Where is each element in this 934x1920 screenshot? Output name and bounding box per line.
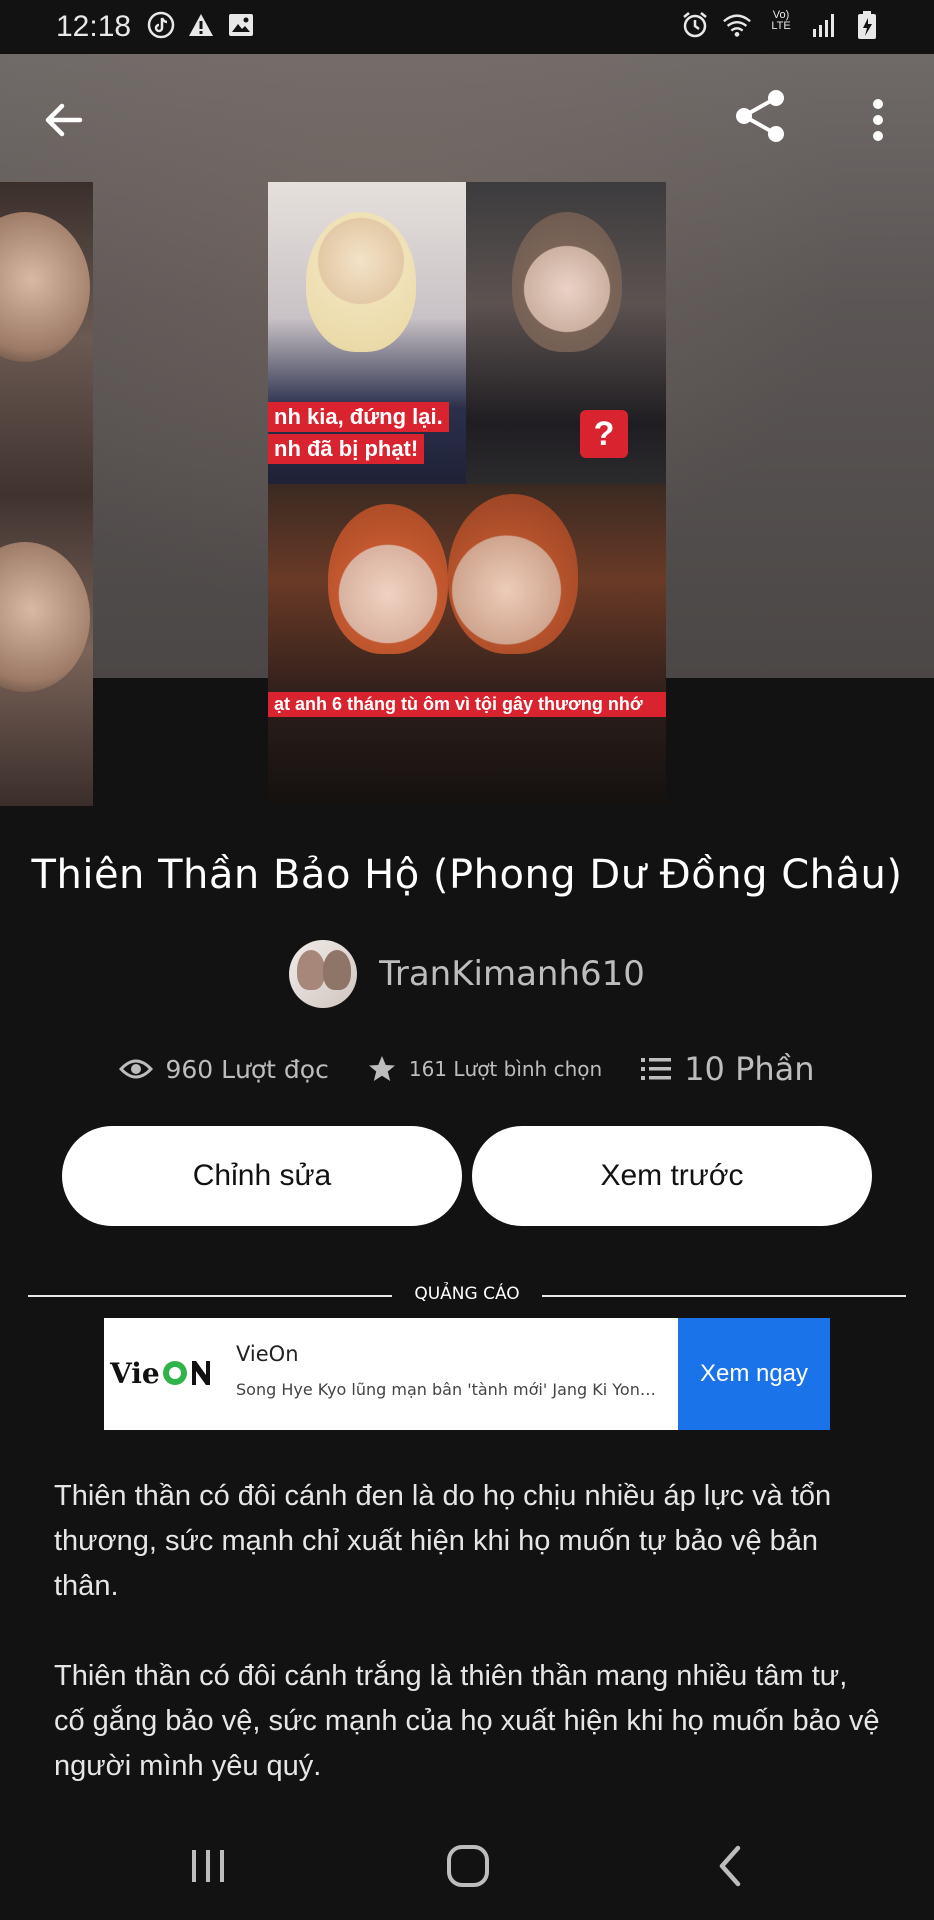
recent-apps-icon [192,1850,224,1882]
author-row[interactable]: TranKimanh610 [0,940,934,1008]
signal-icon [810,10,840,40]
share-icon [736,90,784,142]
question-badge: ? [580,410,628,458]
star-icon [368,1056,395,1081]
warning-icon [186,10,216,40]
chevron-left-icon [719,1845,741,1887]
eye-icon [119,1059,154,1079]
cover-panel [268,484,666,804]
author-name[interactable]: TranKimanh610 [379,954,645,994]
tiktok-icon [146,10,176,40]
story-stats: 960 Lượt đọc 161 Lượt bình chọn 10 Phần [0,1050,934,1088]
reads-count: 960 Lượt đọc [165,1054,329,1084]
cover-caption: nh kia, đứng lại. [268,402,449,432]
description-paragraph: Thiên thần có đôi cánh đen là do họ chịu… [54,1480,832,1602]
parts-stat[interactable]: 10 Phần [640,1050,815,1088]
volte-icon: Vo) LTE [771,9,791,32]
ad-banner[interactable]: Vie VieOn Song Hye Kyo lũng mạn bân 'tàn… [104,1318,830,1430]
preview-button[interactable]: Xem trước [472,1126,872,1226]
votes-stat: 161 Lượt bình chọn [367,1054,602,1084]
action-buttons: Chỉnh sửa Xem trước [62,1126,872,1226]
story-title: Thiên Thần Bảo Hộ (Phong Dư Đồng Châu) [31,852,903,898]
home-button[interactable] [438,1836,498,1896]
story-description: Thiên thần có đôi cánh đen là do họ chịu… [54,1474,884,1834]
story-cover[interactable]: nh kia, đứng lại. nh đã bị phạt! ? ạt an… [268,182,666,804]
alarm-icon [680,10,710,40]
ad-label: QUẢNG CÁO [414,1284,520,1304]
author-avatar[interactable] [289,940,358,1008]
back-button[interactable] [36,92,92,148]
ad-divider: QUẢNG CÁO [28,1280,906,1312]
previous-story-cover[interactable] [0,182,93,806]
cover-caption: ạt anh 6 tháng tù ôm vì tội gây thương n… [268,692,666,717]
ad-description: Song Hye Kyo lũng mạn bân 'tành mới' Jan… [236,1380,666,1399]
ad-cta-button[interactable]: Xem ngay [678,1318,830,1430]
status-bar: 12:18 Vo) LTE [0,0,934,54]
wifi-icon [722,10,752,40]
cover-panel [466,182,666,484]
more-vertical-icon [873,99,883,141]
edit-button[interactable]: Chỉnh sửa [62,1126,462,1226]
share-button[interactable] [730,86,790,146]
battery-icon [852,10,882,40]
home-icon [447,1845,489,1887]
ad-brand: VieOn [236,1342,299,1366]
description-paragraph: Thiên thần có đôi cánh trắng là thiên th… [54,1660,880,1782]
votes-count: 161 Lượt bình chọn [408,1057,603,1081]
system-back-button[interactable] [700,1836,760,1896]
parts-count: 10 Phần [684,1050,815,1088]
recent-apps-button[interactable] [178,1836,238,1896]
more-options-button[interactable] [856,92,900,148]
vieon-logo: Vie [104,1318,222,1430]
image-icon [226,10,256,40]
reads-stat: 960 Lượt đọc [119,1054,329,1084]
system-nav-bar [0,1800,934,1920]
list-icon [641,1058,672,1080]
status-time: 12:18 [56,10,132,43]
arrow-left-icon [45,103,83,137]
svg-text:Vie: Vie [109,1357,160,1390]
cover-caption: nh đã bị phạt! [268,434,425,464]
